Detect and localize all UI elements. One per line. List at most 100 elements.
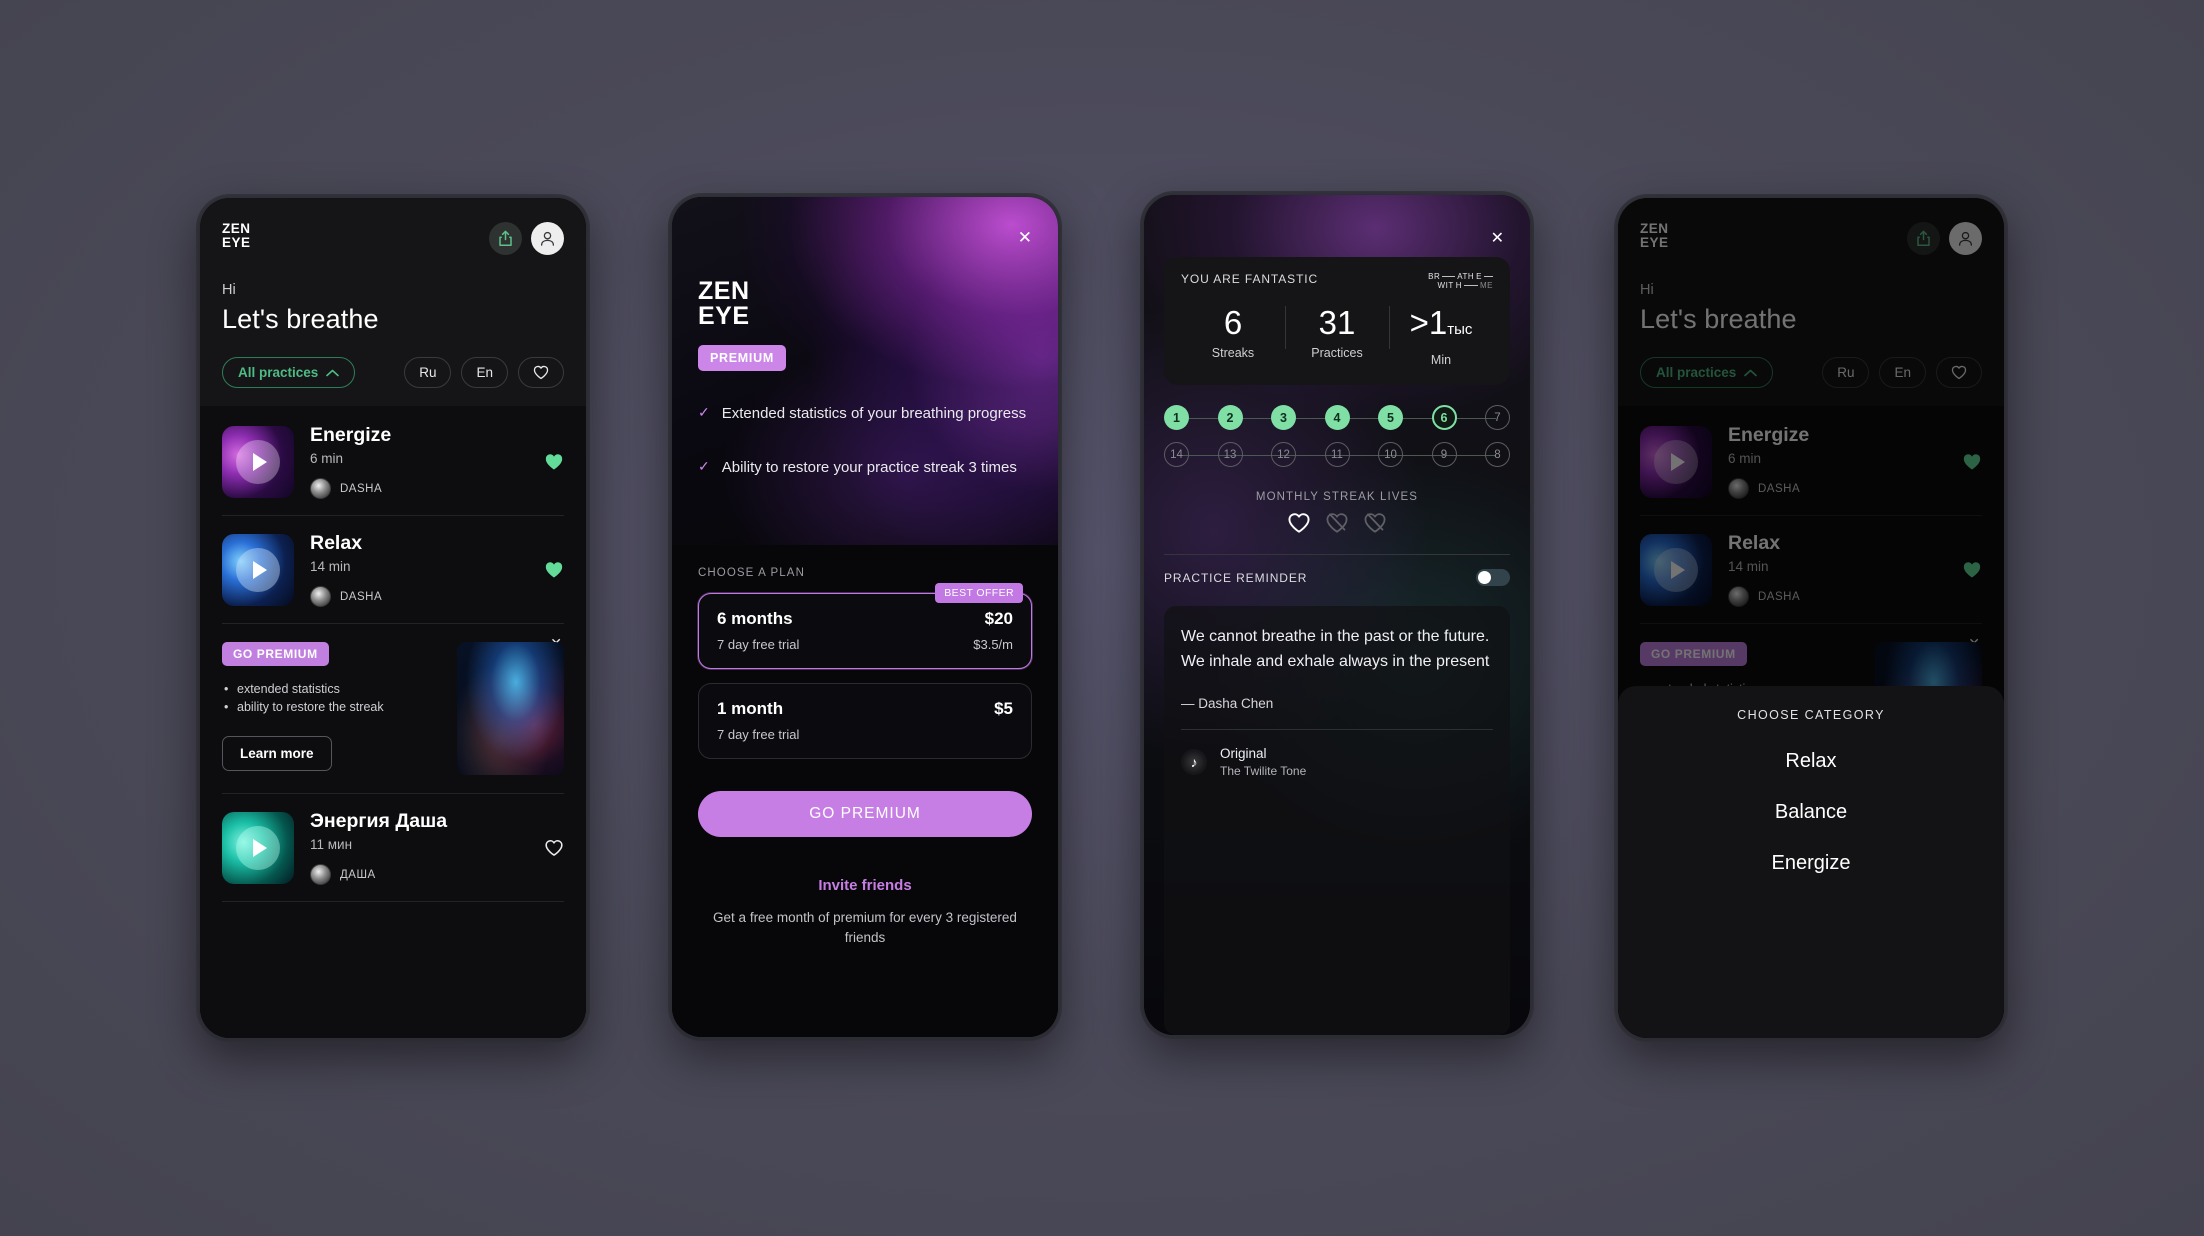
category-option-relax[interactable]: Relax bbox=[1618, 750, 2004, 773]
heart-outline-icon bbox=[545, 839, 563, 856]
streak-row: 1 2 3 4 5 6 7 bbox=[1164, 405, 1510, 430]
watermark-rule bbox=[1484, 276, 1493, 277]
invite-friends-link[interactable]: Invite friends bbox=[698, 877, 1032, 894]
watermark-h: H bbox=[1455, 281, 1462, 290]
phone-premium-screen: ✕ ZEN EYE PREMIUM ✓ Extended statistics … bbox=[668, 193, 1062, 1041]
list-item[interactable]: Relax 14 min DASHA bbox=[222, 516, 564, 624]
plan-secondary-row: 7 day free trial $3.5/m bbox=[717, 637, 1013, 652]
play-button[interactable] bbox=[236, 439, 280, 484]
streak-day-current[interactable]: 6 bbox=[1431, 405, 1457, 430]
background-track[interactable]: ♪ Original The Twilite Tone bbox=[1181, 730, 1493, 794]
streak-day[interactable]: 11 bbox=[1324, 442, 1350, 467]
plan-trial: 7 day free trial bbox=[717, 727, 800, 742]
streak-day[interactable]: 7 bbox=[1485, 405, 1510, 430]
plan-primary-row: 6 months $20 bbox=[717, 609, 1013, 629]
app-logo: ZEN EYE bbox=[698, 279, 1032, 329]
metric-unit: тыс bbox=[1447, 321, 1473, 338]
close-premium-button[interactable]: ✕ bbox=[1018, 229, 1032, 246]
play-button[interactable] bbox=[236, 547, 280, 592]
greeting-text: Hi bbox=[222, 282, 236, 298]
learn-more-button[interactable]: Learn more bbox=[222, 736, 332, 771]
practice-thumbnail[interactable] bbox=[222, 533, 294, 606]
list-item[interactable]: Energize 6 min DASHA bbox=[222, 406, 564, 516]
streak-day[interactable]: 1 bbox=[1164, 405, 1189, 430]
profile-button[interactable] bbox=[531, 222, 564, 255]
feature-text: Ability to restore your practice streak … bbox=[721, 459, 1017, 476]
language-ru-button[interactable]: Ru bbox=[404, 357, 452, 388]
streak-day[interactable]: 5 bbox=[1378, 405, 1403, 430]
streak-day[interactable]: 3 bbox=[1271, 405, 1296, 430]
promo-benefit: ability to restore the streak bbox=[222, 700, 564, 714]
practice-duration: 6 min bbox=[310, 451, 344, 466]
watermark-ath: ATH bbox=[1457, 272, 1475, 281]
go-premium-button[interactable]: GO PREMIUM bbox=[698, 791, 1032, 837]
category-filter-button[interactable]: All practices bbox=[222, 357, 356, 388]
metric-value: 6 bbox=[1223, 304, 1243, 341]
quote-card: We cannot breathe in the past or the fut… bbox=[1164, 606, 1510, 1035]
practice-reminder-row: PRACTICE REMINDER bbox=[1164, 555, 1510, 586]
streak-day[interactable]: 2 bbox=[1217, 405, 1243, 430]
practice-thumbnail[interactable] bbox=[222, 811, 294, 884]
favorite-toggle[interactable] bbox=[544, 839, 564, 857]
streak-day[interactable]: 14 bbox=[1164, 442, 1189, 467]
breathe-with-me-watermark: BR ATH E WIT H ME bbox=[1428, 272, 1493, 290]
heart-icon bbox=[1288, 513, 1310, 533]
avatar bbox=[310, 478, 331, 499]
favorites-filter-button[interactable] bbox=[518, 357, 564, 388]
invite-description: Get a free month of premium for every 3 … bbox=[713, 910, 1017, 945]
practice-thumbnail[interactable] bbox=[222, 425, 294, 498]
streak-lives bbox=[1164, 512, 1510, 534]
streak-day[interactable]: 9 bbox=[1431, 442, 1457, 467]
metric-practices: 31 Practices bbox=[1285, 304, 1389, 367]
streak-day[interactable]: 4 bbox=[1324, 405, 1350, 430]
app-logo: ZEN EYE bbox=[222, 222, 251, 250]
premium-promo-card[interactable]: ✕ GO PREMIUM extended statistics ability… bbox=[222, 624, 564, 794]
practice-duration: 11 мин bbox=[310, 837, 353, 852]
practice-title: Energize bbox=[310, 424, 392, 446]
plan-option-1-month[interactable]: 1 month $5 7 day free trial bbox=[698, 683, 1032, 759]
streak-day[interactable]: 13 bbox=[1217, 442, 1243, 467]
best-offer-badge: BEST OFFER bbox=[935, 583, 1023, 603]
streak-lives-label: MONTHLY STREAK LIVES bbox=[1255, 491, 1419, 503]
watermark-line-2: WIT H ME bbox=[1428, 281, 1493, 290]
plan-monthly-price: $3.5/m bbox=[973, 637, 1013, 652]
heart-crossed-icon bbox=[1326, 513, 1348, 533]
premium-hero: ✕ ZEN EYE PREMIUM ✓ Extended statistics … bbox=[672, 197, 1058, 545]
play-icon bbox=[253, 838, 267, 857]
practice-reminder-toggle[interactable] bbox=[1476, 569, 1510, 586]
category-option-energize[interactable]: Energize bbox=[1618, 852, 2004, 875]
plan-option-6-months[interactable]: BEST OFFER 6 months $20 7 day free trial… bbox=[698, 583, 1032, 669]
home-layout: ZEN EYE bbox=[200, 198, 586, 1038]
avatar bbox=[310, 864, 331, 885]
play-icon bbox=[253, 560, 267, 579]
streak-day[interactable]: 8 bbox=[1485, 442, 1510, 467]
play-button[interactable] bbox=[236, 825, 280, 870]
premium-layout: ✕ ZEN EYE PREMIUM ✓ Extended statistics … bbox=[672, 197, 1058, 1037]
close-stats-button[interactable]: ✕ bbox=[1491, 231, 1504, 247]
favorite-toggle[interactable] bbox=[544, 561, 564, 579]
logo-line-2: EYE bbox=[222, 235, 251, 250]
share-button[interactable] bbox=[489, 222, 522, 255]
check-icon: ✓ bbox=[698, 404, 710, 420]
plan-trial: 7 day free trial bbox=[717, 637, 800, 652]
heart-filled-icon bbox=[545, 561, 563, 578]
streak-day[interactable]: 12 bbox=[1271, 442, 1296, 467]
metric-minutes: >1тыс Min bbox=[1389, 304, 1493, 367]
metric-streaks: 6 Streaks bbox=[1181, 304, 1285, 367]
favorite-toggle[interactable] bbox=[544, 453, 564, 471]
feature-text: Extended statistics of your breathing pr… bbox=[721, 405, 1027, 422]
category-option-balance[interactable]: Balance bbox=[1618, 801, 2004, 824]
page-title: Let's breathe bbox=[222, 304, 379, 334]
language-en-button[interactable]: En bbox=[461, 357, 508, 388]
header-actions bbox=[489, 222, 564, 255]
phone-home-screen: ZEN EYE Hi Let's breathe All practices R… bbox=[196, 194, 590, 1042]
practice-list: Energize 6 min DASHA bbox=[200, 406, 586, 1038]
feature-row: ✓ Extended statistics of your breathing … bbox=[698, 403, 1032, 425]
screen-stats: ✕ YOU ARE FANTASTIC BR ATH E WIT H ME 6 … bbox=[1144, 195, 1530, 1035]
metric-number: >1 bbox=[1409, 304, 1448, 341]
list-item[interactable]: Энергия Даша 11 мин ДАША bbox=[222, 794, 564, 902]
plan-primary-row: 1 month $5 bbox=[717, 699, 1013, 719]
watermark-br: BR bbox=[1428, 272, 1441, 281]
practice-author: DASHA bbox=[310, 478, 528, 499]
streak-day[interactable]: 10 bbox=[1378, 442, 1403, 467]
